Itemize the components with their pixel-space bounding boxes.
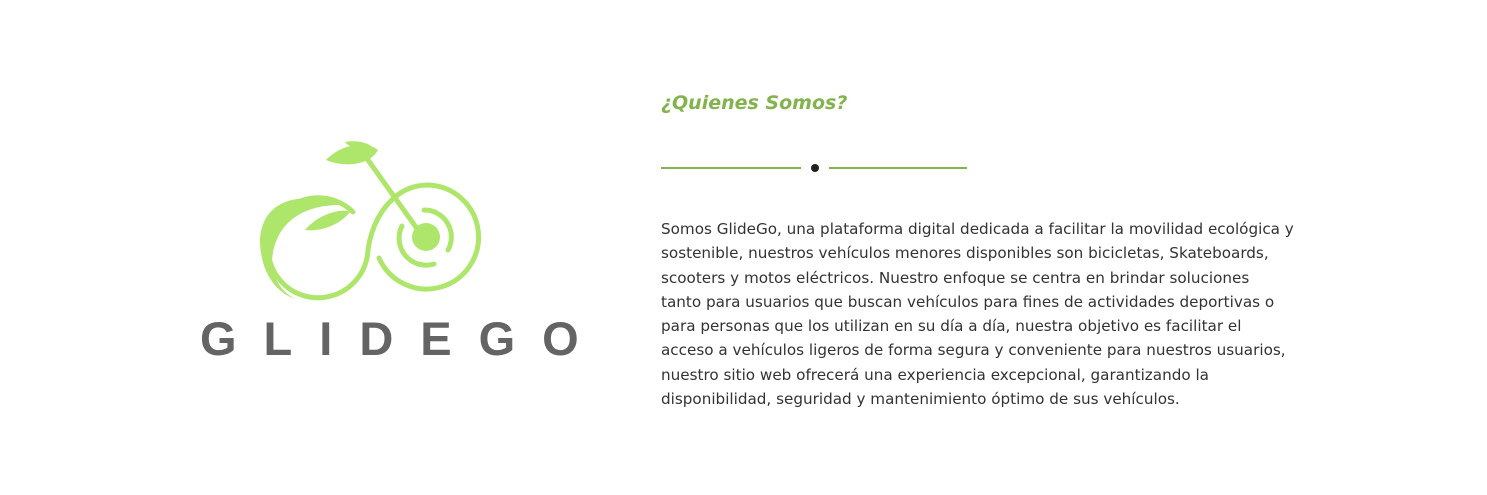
paragraph-line: para personas que los utilizan en su día… [661, 317, 1242, 336]
divider-line-left [661, 167, 801, 169]
divider-dot [811, 164, 819, 172]
paragraph-line: sostenible, nuestros vehículos menores d… [661, 244, 1269, 263]
paragraph-line: disponibilidad, seguridad y mantenimient… [661, 390, 1180, 409]
paragraph-line: tanto para usuarios que buscan vehículos… [661, 292, 1275, 311]
paragraph-line: acceso a vehículos ligeros de forma segu… [661, 341, 1286, 360]
divider-line-right [829, 167, 967, 169]
brand-wordmark: GLIDEGO [200, 312, 606, 365]
paragraph-line: scooters y motos eléctricos. Nuestro enf… [661, 268, 1250, 287]
paragraph-line: nuestro sitio web ofrecerá una experienc… [661, 365, 1209, 384]
section-title: ¿Quienes Somos? [661, 92, 848, 114]
about-paragraph: Somos GlideGo, una plataforma digital de… [661, 217, 1294, 411]
paragraph-line: Somos GlideGo, una plataforma digital de… [661, 220, 1294, 238]
